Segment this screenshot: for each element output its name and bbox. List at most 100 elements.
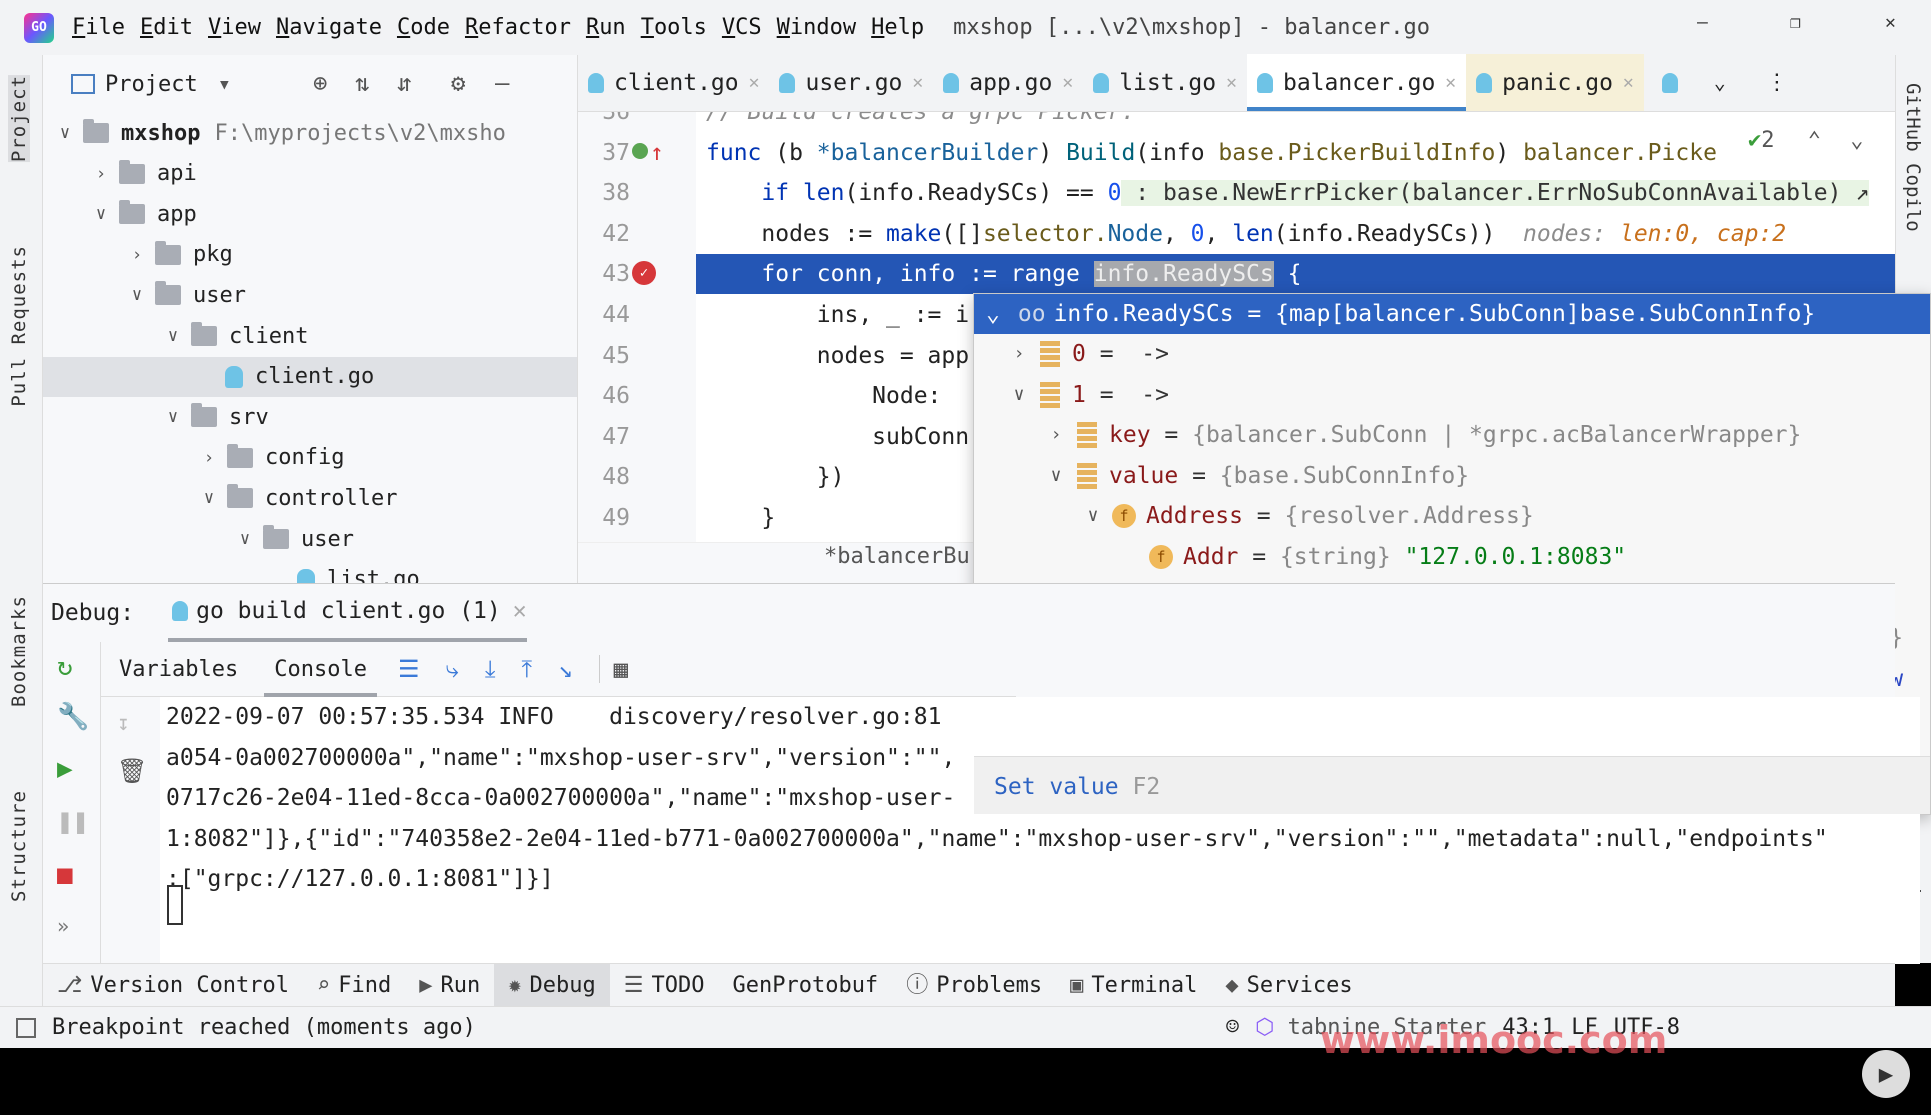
tool-window-todo[interactable]: ☰ TODO: [610, 964, 719, 1007]
debug-session-tab[interactable]: go build client.go (1) ✕: [168, 584, 527, 642]
next-highlight-icon[interactable]: ⌄: [1850, 128, 1863, 153]
menu-vcs[interactable]: VCS: [722, 15, 762, 40]
chevron-right-icon[interactable]: ›: [197, 448, 221, 468]
step-into-icon[interactable]: ⤓: [485, 655, 496, 683]
code-line[interactable]: 38 if len(info.ReadySCs) == 0 : base.New…: [578, 173, 1895, 213]
chevron-right-icon[interactable]: ›: [1004, 334, 1034, 374]
pause-icon[interactable]: ❚❚: [57, 807, 88, 837]
chevron-down-icon[interactable]: ∨: [1078, 496, 1108, 536]
bookmarks-tool-button[interactable]: Bookmarks: [8, 595, 30, 707]
chevron-down-icon[interactable]: ∨: [125, 285, 149, 305]
step-over-icon[interactable]: ⤷: [445, 655, 458, 683]
menu-view[interactable]: View: [208, 15, 261, 40]
close-window-button[interactable]: ✕: [1885, 12, 1896, 33]
previous-highlight-icon[interactable]: ⌃: [1808, 128, 1821, 153]
minimize-button[interactable]: —: [1697, 12, 1708, 33]
tree-item-config[interactable]: › config: [43, 438, 577, 478]
more-tabs-icon[interactable]: [1658, 54, 1690, 111]
chevron-down-icon[interactable]: ∨: [1041, 456, 1071, 496]
chevron-down-icon[interactable]: ∨: [161, 326, 185, 346]
console-output[interactable]: 2022-09-07 00:57:35.534 INFO discovery/r…: [160, 697, 1920, 964]
tool-window-services[interactable]: ◆ Services: [1211, 964, 1366, 1007]
chevron-down-icon[interactable]: ∨: [53, 123, 77, 143]
implements-marker-icon[interactable]: [632, 142, 648, 159]
close-tab-icon[interactable]: ✕: [749, 72, 760, 93]
close-tab-icon[interactable]: ✕: [912, 72, 923, 93]
frames-icon[interactable]: ☰: [398, 655, 420, 683]
structure-tool-button[interactable]: Structure: [8, 790, 30, 902]
restore-button[interactable]: ❐: [1790, 12, 1801, 33]
variable-row-value[interactable]: ∨ value = {base.SubConnInfo}: [1041, 456, 1469, 496]
code-line[interactable]: 43 for conn, info := range info.ReadySCs…: [578, 254, 1895, 295]
variable-row-Address[interactable]: ∨ f Address = {resolver.Address}: [1078, 496, 1534, 536]
tab-user-go[interactable]: user.go ✕: [769, 54, 933, 111]
trash-icon[interactable]: 🗑: [117, 757, 147, 785]
tree-item-pkg[interactable]: › pkg: [43, 235, 577, 275]
step-out-icon[interactable]: ⤒: [522, 655, 533, 683]
tool-window-run[interactable]: ▶ Run: [405, 964, 494, 1007]
popup-header-row[interactable]: ⌄ oo info.ReadySCs = {map[balancer.SubConn…: [974, 294, 1930, 334]
tree-item-user[interactable]: ∨ user: [43, 275, 577, 315]
tree-item-user[interactable]: ∨ user: [43, 519, 577, 559]
tab-panic-go[interactable]: panic.go ✕: [1466, 54, 1644, 111]
menu-code[interactable]: Code: [397, 15, 450, 40]
tool-window-terminal[interactable]: ▣ Terminal: [1056, 964, 1211, 1007]
inspections-widget[interactable]: ✔2 ⌃ ⌄: [1748, 128, 1864, 153]
chevron-down-icon[interactable]: ∨: [161, 407, 185, 427]
tool-window-version-control[interactable]: ⎇ Version Control: [43, 964, 303, 1007]
chevron-down-icon[interactable]: ⌄: [986, 301, 1000, 327]
copilot-icon[interactable]: ☺: [1226, 1015, 1239, 1040]
run-to-cursor-icon[interactable]: ↘: [558, 655, 572, 683]
project-tool-button[interactable]: Project: [8, 75, 30, 163]
hide-panel-icon[interactable]: —: [495, 69, 509, 97]
variable-row-key[interactable]: › key = {balancer.SubConn | *grpc.acBalan…: [1041, 415, 1801, 455]
code-line[interactable]: 37 func (b *balancerBuilder) Build(info b…: [578, 133, 1895, 173]
project-view-selector[interactable]: Project: [105, 72, 198, 97]
tab-console[interactable]: Console: [256, 642, 385, 697]
chevron-right-icon[interactable]: ›: [1041, 415, 1071, 455]
chevron-down-icon[interactable]: ▾: [218, 72, 231, 97]
menu-edit[interactable]: Edit: [140, 15, 193, 40]
variable-row-0[interactable]: › 0 = ->: [1004, 334, 1169, 374]
more-icon[interactable]: »: [57, 914, 69, 938]
chevron-down-icon[interactable]: ⌄: [1714, 54, 1726, 111]
locate-icon[interactable]: ⊕: [313, 69, 327, 97]
menu-tools[interactable]: Tools: [641, 15, 707, 40]
close-tab-icon[interactable]: ✕: [1226, 72, 1237, 93]
tab-app-go[interactable]: app.go ✕: [933, 54, 1083, 111]
github-copilot-tool-button[interactable]: GitHub Copilo: [1902, 83, 1924, 232]
code-line[interactable]: 36 // Build creates a grpc Picker.: [578, 112, 1895, 132]
chevron-right-icon[interactable]: ›: [125, 245, 149, 265]
expand-all-icon[interactable]: ⇅: [355, 69, 369, 97]
tree-item-client[interactable]: ∨ client: [43, 316, 577, 356]
tab-balancer-go[interactable]: balancer.go ✕: [1246, 54, 1467, 111]
rerun-icon[interactable]: ↻: [57, 652, 73, 682]
variable-row-1[interactable]: ∨ 1 = ->: [1004, 375, 1169, 415]
close-tab-icon[interactable]: ✕: [1623, 72, 1634, 93]
more-options-icon[interactable]: ⋮: [1766, 54, 1788, 111]
menu-run[interactable]: Run: [586, 15, 626, 40]
chevron-down-icon[interactable]: ∨: [233, 529, 257, 549]
close-tab-icon[interactable]: ✕: [1062, 72, 1073, 93]
tree-item-controller[interactable]: ∨ controller: [43, 478, 577, 518]
collapse-all-icon[interactable]: ⇵: [397, 69, 411, 97]
tab-client-go[interactable]: client.go ✕: [578, 54, 769, 111]
tool-window-problems[interactable]: ⓘ Problems: [892, 964, 1056, 1007]
tool-window-genprotobuf[interactable]: GenProtobuf: [718, 964, 892, 1007]
tool-window-debug[interactable]: ✹ Debug: [494, 963, 610, 1007]
toggle-panels-icon[interactable]: [16, 1017, 36, 1038]
menu-window[interactable]: Window: [777, 15, 856, 40]
chevron-down-icon[interactable]: ∨: [197, 488, 221, 508]
pull-requests-tool-button[interactable]: Pull Requests: [8, 245, 30, 407]
scroll-to-end-icon[interactable]: ↧: [117, 711, 130, 735]
tree-item-list-go[interactable]: list.go: [43, 560, 577, 583]
breadcrumb[interactable]: *balancerBu: [824, 544, 970, 569]
close-tab-icon[interactable]: ✕: [1445, 72, 1456, 93]
video-play-button[interactable]: ▶: [1862, 1050, 1910, 1098]
breakpoint-icon[interactable]: ✓: [632, 261, 656, 286]
tab-variables[interactable]: Variables: [101, 642, 256, 697]
menu-navigate[interactable]: Navigate: [276, 15, 382, 40]
tab-list-go[interactable]: list.go ✕: [1083, 54, 1247, 111]
code-line[interactable]: 42 nodes := make([]selector.Node, 0, len…: [578, 214, 1895, 254]
tree-item-srv[interactable]: ∨ srv: [43, 397, 577, 437]
